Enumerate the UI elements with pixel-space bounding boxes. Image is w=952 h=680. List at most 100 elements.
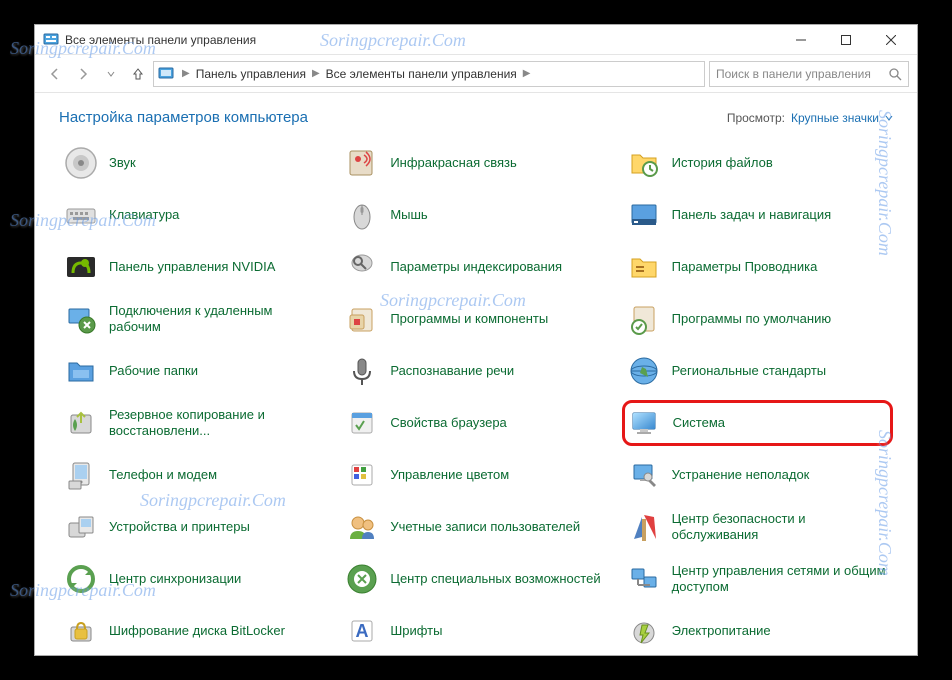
infrared-icon — [344, 145, 380, 181]
cp-item-label: История файлов — [672, 155, 773, 171]
search-icon — [888, 67, 902, 81]
taskbar-icon — [626, 197, 662, 233]
devices-icon — [63, 509, 99, 545]
cp-item-backup[interactable]: Резервное копирование и восстановлени... — [59, 400, 330, 446]
cp-item-label: Программы и компоненты — [390, 311, 548, 327]
cp-item-infrared[interactable]: Инфракрасная связь — [340, 140, 611, 186]
window-title: Все элементы панели управления — [65, 33, 778, 47]
cp-item-system[interactable]: Система — [622, 400, 893, 446]
cp-item-network[interactable]: Центр управления сетями и общим доступом — [622, 556, 893, 602]
cp-item-sync[interactable]: Центр синхронизации — [59, 556, 330, 602]
region-icon — [626, 353, 662, 389]
breadcrumb-sep: ▶ — [519, 68, 535, 79]
sync-icon — [63, 561, 99, 597]
control-panel-icon — [43, 32, 59, 48]
network-icon — [626, 561, 662, 597]
speech-icon — [344, 353, 380, 389]
cp-item-fonts[interactable]: Шрифты — [340, 608, 611, 654]
control-panel-icon — [158, 66, 174, 82]
breadcrumb-1[interactable]: Панель управления — [194, 67, 308, 81]
cp-item-label: Электропитание — [672, 623, 771, 639]
address-bar[interactable]: ▶ Панель управления ▶ Все элементы панел… — [153, 61, 705, 87]
cp-item-speech[interactable]: Распознавание речи — [340, 348, 611, 394]
cp-item-phone[interactable]: Телефон и модем — [59, 452, 330, 498]
system-icon — [627, 405, 663, 441]
cp-item-troubleshoot[interactable]: Устранение неполадок — [622, 452, 893, 498]
view-selector[interactable]: Просмотр: Крупные значки — [727, 111, 893, 125]
cp-item-sound[interactable]: Звук — [59, 140, 330, 186]
keyboard-icon — [63, 197, 99, 233]
breadcrumb-sep: ▶ — [308, 68, 324, 79]
cp-item-label: Система — [673, 415, 725, 431]
recent-dropdown[interactable] — [99, 62, 123, 86]
cp-item-taskbar[interactable]: Панель задач и навигация — [622, 192, 893, 238]
mouse-icon — [344, 197, 380, 233]
content-area: Настройка параметров компьютера Просмотр… — [35, 93, 917, 655]
chevron-down-icon — [885, 114, 893, 122]
cp-item-label: Панель управления NVIDIA — [109, 259, 275, 275]
remote-icon — [63, 301, 99, 337]
cp-item-workfolders[interactable]: Рабочие папки — [59, 348, 330, 394]
cp-item-security[interactable]: Центр безопасности и обслуживания — [622, 504, 893, 550]
cp-item-mouse[interactable]: Мышь — [340, 192, 611, 238]
cp-item-label: Панель задач и навигация — [672, 207, 832, 223]
cp-item-label: Центр управления сетями и общим доступом — [672, 563, 889, 594]
cp-item-label: Устранение неполадок — [672, 467, 810, 483]
search-input[interactable]: Поиск в панели управления — [709, 61, 909, 87]
view-value: Крупные значки — [791, 111, 879, 125]
cp-item-keyboard[interactable]: Клавиатура — [59, 192, 330, 238]
fonts-icon — [344, 613, 380, 649]
cp-item-label: Параметры индексирования — [390, 259, 562, 275]
cp-item-defaults[interactable]: Программы по умолчанию — [622, 296, 893, 342]
cp-item-users[interactable]: Учетные записи пользователей — [340, 504, 611, 550]
cp-item-label: Свойства браузера — [390, 415, 506, 431]
phone-icon — [63, 457, 99, 493]
cp-item-bitlocker[interactable]: Шифрование диска BitLocker — [59, 608, 330, 654]
minimize-button[interactable] — [778, 25, 823, 54]
cp-item-color[interactable]: Управление цветом — [340, 452, 611, 498]
cp-item-label: Управление цветом — [390, 467, 509, 483]
navigation-bar: ▶ Панель управления ▶ Все элементы панел… — [35, 55, 917, 93]
forward-button[interactable] — [71, 62, 95, 86]
cp-item-nvidia[interactable]: Панель управления NVIDIA — [59, 244, 330, 290]
backup-icon — [63, 405, 99, 441]
cp-item-power[interactable]: Электропитание — [622, 608, 893, 654]
security-icon — [626, 509, 662, 545]
cp-item-filehistory[interactable]: История файлов — [622, 140, 893, 186]
cp-item-remote[interactable]: Подключения к удаленным рабочим — [59, 296, 330, 342]
cp-item-browser[interactable]: Свойства браузера — [340, 400, 611, 446]
up-button[interactable] — [127, 63, 149, 85]
cp-item-ease[interactable]: Центр специальных возможностей — [340, 556, 611, 602]
cp-item-programs[interactable]: Программы и компоненты — [340, 296, 611, 342]
browser-icon — [344, 405, 380, 441]
cp-item-label: Региональные стандарты — [672, 363, 826, 379]
cp-item-label: Инфракрасная связь — [390, 155, 516, 171]
cp-item-label: Звук — [109, 155, 136, 171]
control-panel-window: Все элементы панели управления ▶ Панель … — [34, 24, 918, 656]
header-row: Настройка параметров компьютера Просмотр… — [59, 109, 893, 126]
cp-item-region[interactable]: Региональные стандарты — [622, 348, 893, 394]
cp-item-explorer[interactable]: Параметры Проводника — [622, 244, 893, 290]
cp-item-label: Мышь — [390, 207, 427, 223]
window-controls — [778, 25, 913, 54]
troubleshoot-icon — [626, 457, 662, 493]
cp-item-label: Центр безопасности и обслуживания — [672, 511, 889, 542]
page-title: Настройка параметров компьютера — [59, 109, 308, 126]
explorer-icon — [626, 249, 662, 285]
bitlocker-icon — [63, 613, 99, 649]
ease-icon — [344, 561, 380, 597]
breadcrumb-2[interactable]: Все элементы панели управления — [324, 67, 519, 81]
cp-item-label: Устройства и принтеры — [109, 519, 250, 535]
color-icon — [344, 457, 380, 493]
back-button[interactable] — [43, 62, 67, 86]
items-grid: Звук Инфракрасная связь История файлов Клав… — [59, 140, 893, 654]
cp-item-label: Телефон и модем — [109, 467, 217, 483]
sound-icon — [63, 145, 99, 181]
cp-item-devices[interactable]: Устройства и принтеры — [59, 504, 330, 550]
close-button[interactable] — [868, 25, 913, 54]
workfolders-icon — [63, 353, 99, 389]
users-icon — [344, 509, 380, 545]
cp-item-indexing[interactable]: Параметры индексирования — [340, 244, 611, 290]
indexing-icon — [344, 249, 380, 285]
maximize-button[interactable] — [823, 25, 868, 54]
